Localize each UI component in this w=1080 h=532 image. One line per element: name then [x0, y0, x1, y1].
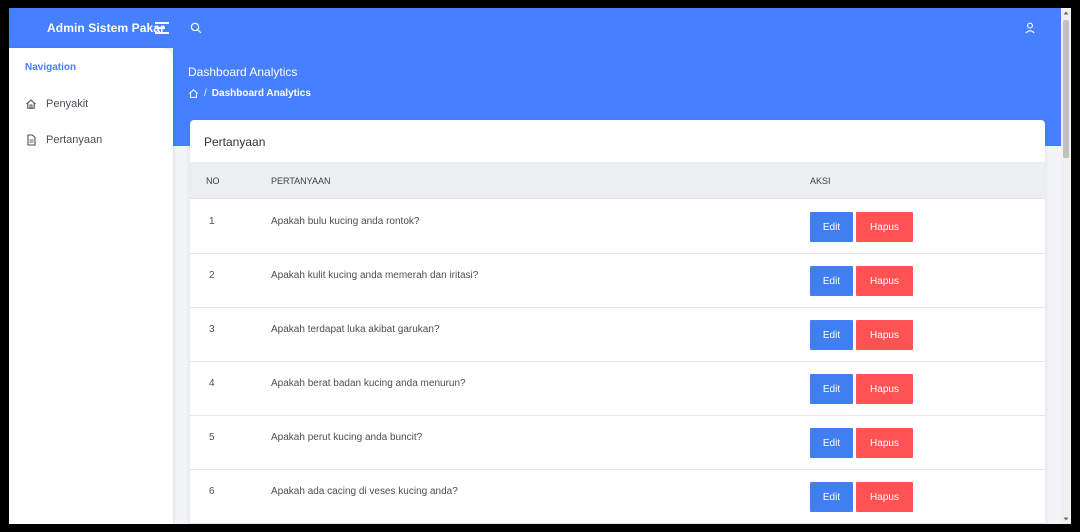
sidebar-item-label: Penyakit [46, 98, 89, 110]
delete-button[interactable]: Hapus [856, 212, 913, 242]
card-title: Pertanyaan [204, 135, 266, 149]
column-header-question: PERTANYAAN [271, 176, 331, 186]
edit-button[interactable]: Edit [810, 428, 853, 458]
home-icon [26, 99, 36, 109]
home-icon[interactable] [188, 88, 199, 99]
app-window: Admin Sistem Pakar Dashboard Analytics /… [9, 8, 1071, 524]
nav-caption: Navigation [25, 62, 77, 73]
table-header: NO PERTANYAAN AKSI [190, 162, 1045, 199]
questions-card: Pertanyaan NO PERTANYAAN AKSI 1 Apakah b… [190, 120, 1045, 524]
row-question: Apakah terdapat luka akibat garukan? [271, 324, 440, 335]
row-number: 5 [209, 432, 215, 443]
table-row: 5 Apakah perut kucing anda buncit? Edit … [190, 416, 1045, 470]
menu-toggle-icon[interactable] [155, 22, 169, 34]
breadcrumb-current[interactable]: Dashboard Analytics [212, 88, 311, 99]
table-row: 2 Apakah kulit kucing anda memerah dan i… [190, 254, 1045, 308]
search-icon[interactable] [189, 21, 203, 35]
page-title: Dashboard Analytics [188, 65, 298, 79]
row-number: 2 [209, 270, 215, 281]
delete-button[interactable]: Hapus [856, 428, 913, 458]
table-row: 4 Apakah berat badan kucing anda menurun… [190, 362, 1045, 416]
table-row: 1 Apakah bulu kucing anda rontok? Edit H… [190, 200, 1045, 254]
row-question: Apakah berat badan kucing anda menurun? [271, 378, 466, 389]
breadcrumb: / Dashboard Analytics [188, 88, 311, 99]
row-number: 6 [209, 486, 215, 497]
top-navbar: Admin Sistem Pakar [9, 8, 1061, 48]
row-number: 1 [209, 216, 215, 227]
scrollbar-thumb[interactable] [1063, 20, 1069, 158]
scroll-up-arrow-icon[interactable] [1063, 10, 1069, 16]
row-question: Apakah bulu kucing anda rontok? [271, 216, 420, 227]
delete-button[interactable]: Hapus [856, 320, 913, 350]
column-header-no: NO [206, 176, 220, 186]
row-question: Apakah perut kucing anda buncit? [271, 432, 423, 443]
edit-button[interactable]: Edit [810, 482, 853, 512]
sidebar-item-label: Pertanyaan [46, 134, 103, 146]
row-number: 4 [209, 378, 215, 389]
row-number: 3 [209, 324, 215, 335]
scroll-down-arrow-icon[interactable] [1063, 516, 1069, 522]
row-question: Apakah ada cacing di veses kucing anda? [271, 486, 458, 497]
edit-button[interactable]: Edit [810, 374, 853, 404]
file-text-icon [27, 134, 36, 146]
user-icon[interactable] [1023, 21, 1037, 35]
delete-button[interactable]: Hapus [856, 374, 913, 404]
delete-button[interactable]: Hapus [856, 266, 913, 296]
row-question: Apakah kulit kucing anda memerah dan iri… [271, 270, 479, 281]
column-header-action: AKSI [810, 176, 831, 186]
edit-button[interactable]: Edit [810, 320, 853, 350]
sidebar-item-penyakit[interactable]: Penyakit [25, 96, 88, 112]
sidebar: Navigation Penyakit Pertanyaan [9, 48, 173, 524]
table-row: 6 Apakah ada cacing di veses kucing anda… [190, 470, 1045, 524]
edit-button[interactable]: Edit [810, 212, 853, 242]
vertical-scrollbar[interactable] [1061, 8, 1071, 524]
edit-button[interactable]: Edit [810, 266, 853, 296]
breadcrumb-separator: / [204, 88, 207, 99]
brand-title[interactable]: Admin Sistem Pakar [47, 8, 165, 48]
sidebar-item-pertanyaan[interactable]: Pertanyaan [25, 132, 102, 148]
table-row: 3 Apakah terdapat luka akibat garukan? E… [190, 308, 1045, 362]
delete-button[interactable]: Hapus [856, 482, 913, 512]
